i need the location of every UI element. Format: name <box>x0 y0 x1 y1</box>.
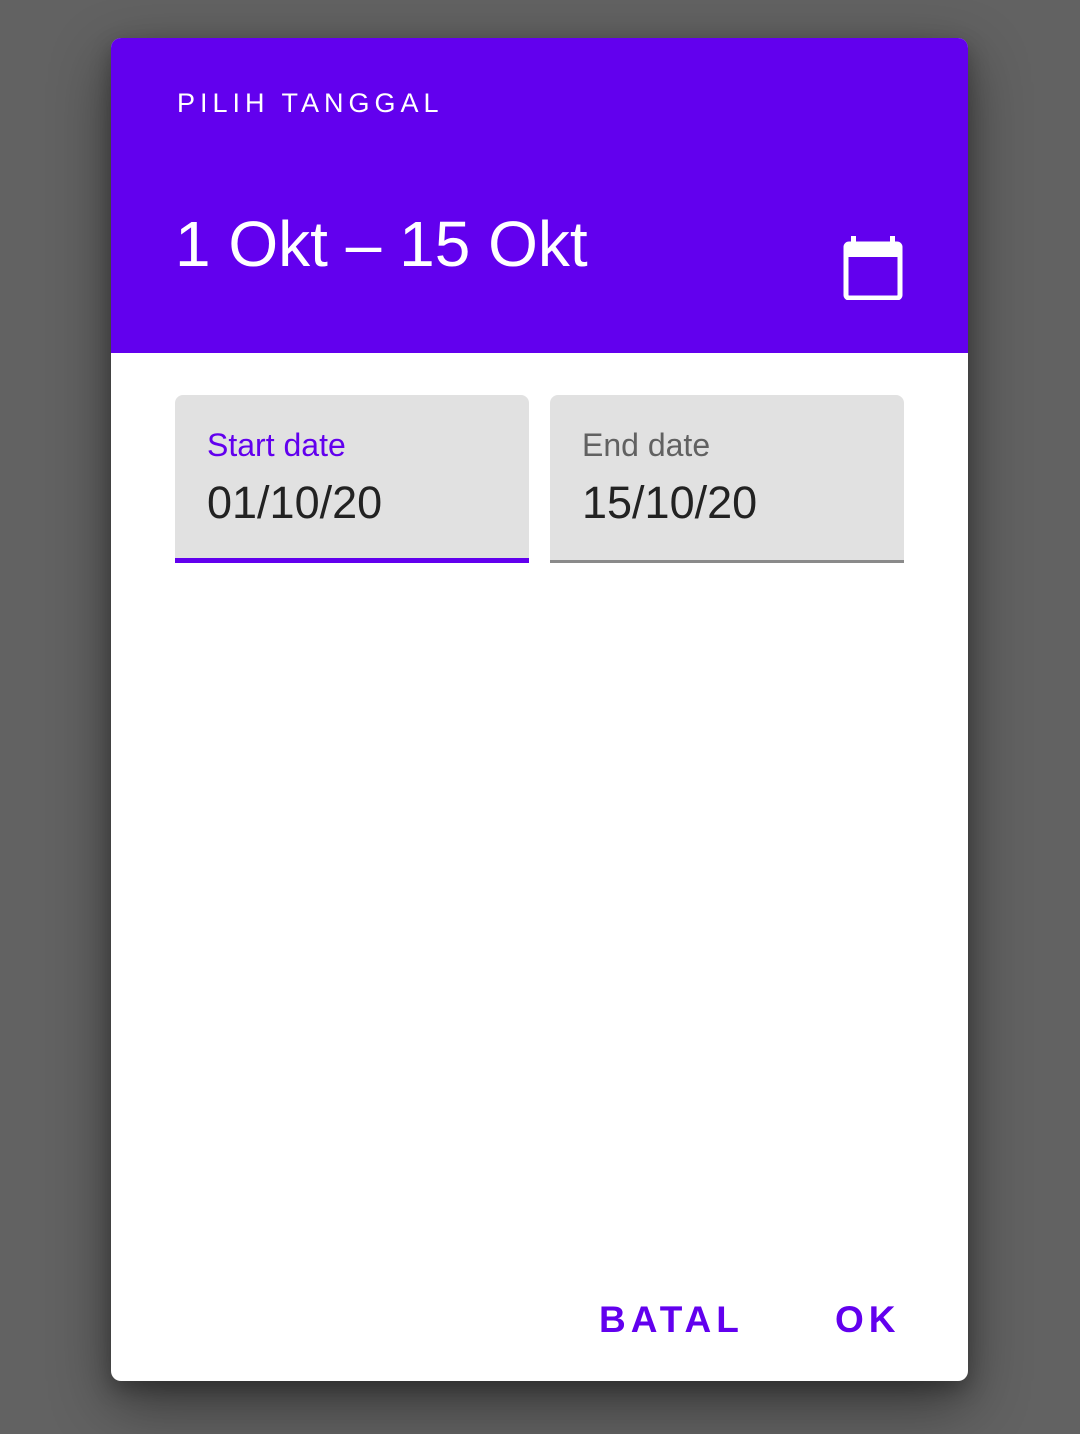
dialog-actions: BATAL OK <box>111 1290 968 1350</box>
selected-date-range: 1 Okt – 15 Okt <box>175 208 588 280</box>
dialog-header: PILIH TANGGAL 1 Okt – 15 Okt <box>111 38 968 353</box>
dialog-title: PILIH TANGGAL <box>177 88 444 118</box>
start-date-label: Start date <box>207 427 346 463</box>
start-date-input[interactable]: 01/10/20 <box>207 477 382 529</box>
cancel-button[interactable]: BATAL <box>599 1290 744 1350</box>
end-date-label: End date <box>582 427 711 463</box>
start-date-field[interactable]: Start date 01/10/20 <box>175 395 529 563</box>
calendar-toggle-button[interactable] <box>833 228 913 308</box>
date-range-picker-dialog: PILIH TANGGAL 1 Okt – 15 Okt Start date … <box>111 38 968 1381</box>
end-date-field[interactable]: End date 15/10/20 <box>550 395 904 563</box>
end-date-input[interactable]: 15/10/20 <box>582 477 757 529</box>
calendar-icon <box>843 236 903 300</box>
ok-button[interactable]: OK <box>835 1290 901 1350</box>
